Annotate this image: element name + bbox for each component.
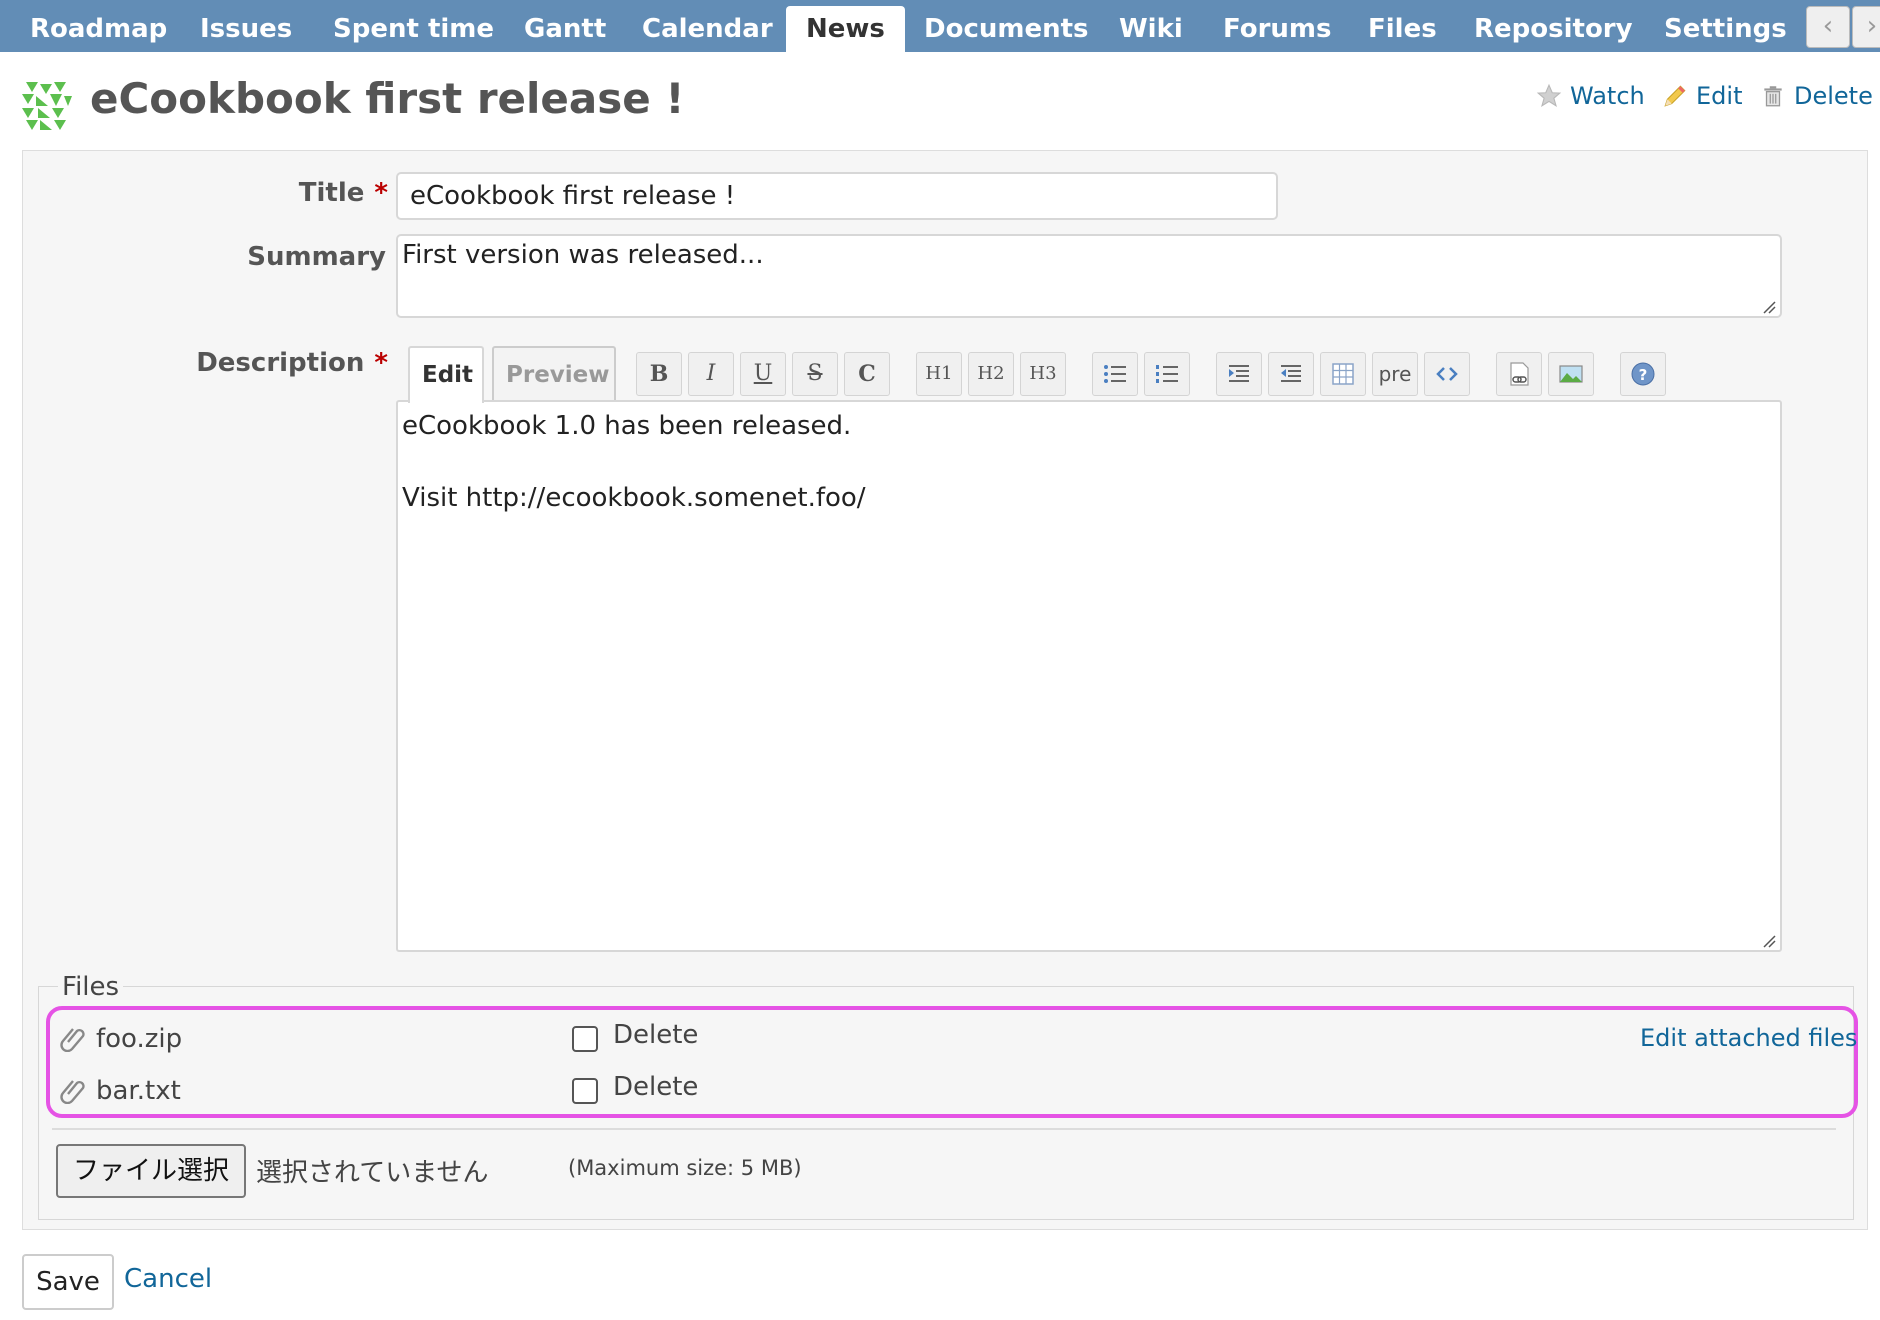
bold-button[interactable]: B [636, 352, 682, 396]
summary-label: Summary [247, 242, 386, 272]
tab-news[interactable]: News [786, 6, 905, 52]
inline-code-button[interactable]: C [844, 352, 890, 396]
tab-roadmap[interactable]: Roadmap [30, 0, 167, 52]
project-menu: Roadmap Issues Spent time Gantt Calendar… [0, 0, 1880, 52]
help-button[interactable]: ? [1620, 352, 1666, 396]
image-icon [1559, 365, 1583, 383]
delete-link[interactable]: Delete [1760, 82, 1873, 116]
edit-attached-files-link[interactable]: Edit attached files [1640, 1024, 1857, 1052]
attachment-name: bar.txt [96, 1076, 181, 1106]
italic-button[interactable]: I [688, 352, 734, 396]
tab-files[interactable]: Files [1368, 0, 1437, 52]
cancel-link[interactable]: Cancel [124, 1264, 212, 1294]
heading3-button[interactable]: H3 [1020, 352, 1066, 396]
paperclip-icon [60, 1028, 85, 1052]
strikethrough-button[interactable]: S [792, 352, 838, 396]
image-button[interactable] [1548, 352, 1594, 396]
max-size-note: (Maximum size: 5 MB) [568, 1156, 802, 1180]
underline-button[interactable]: U [740, 352, 786, 396]
description-label-text: Description [196, 348, 365, 378]
quote-button[interactable] [1216, 352, 1262, 396]
tab-gantt[interactable]: Gantt [524, 0, 606, 52]
delete-attachment-checkbox[interactable] [572, 1026, 598, 1052]
summary-textarea[interactable]: First version was released... [396, 234, 1782, 318]
paperclip-icon [60, 1080, 85, 1104]
tab-wiki[interactable]: Wiki [1119, 0, 1183, 52]
title-input[interactable] [396, 172, 1278, 220]
page-title: eCookbook first release ! [90, 74, 685, 123]
delete-attachment-checkbox[interactable] [572, 1078, 598, 1104]
preformatted-button[interactable]: pre [1372, 352, 1418, 396]
tab-documents[interactable]: Documents [924, 0, 1089, 52]
numbered-list-icon [1156, 365, 1178, 383]
table-icon [1332, 363, 1354, 385]
title-label: Title * [200, 178, 388, 208]
bullet-list-icon [1104, 365, 1126, 383]
page-link-icon [1510, 362, 1529, 386]
tab-issues[interactable]: Issues [200, 0, 292, 52]
help-icon: ? [1631, 362, 1655, 386]
code-brackets-icon [1436, 367, 1458, 381]
watch-label: Watch [1570, 82, 1645, 110]
description-label: Description * [180, 348, 388, 378]
tab-spent-time[interactable]: Spent time [333, 0, 494, 52]
project-identicon-icon [20, 80, 72, 132]
no-file-selected-text: 選択されていません [256, 1158, 489, 1188]
watch-link[interactable]: Watch [1536, 82, 1645, 116]
heading1-button[interactable]: H1 [916, 352, 962, 396]
outdent-icon [1281, 365, 1301, 382]
description-resize-handle[interactable] [1762, 934, 1776, 948]
tab-forums[interactable]: Forums [1223, 0, 1331, 52]
delete-attachment-label[interactable]: Delete [613, 1072, 698, 1102]
attachment-name: foo.zip [96, 1024, 183, 1054]
files-legend: Files [58, 972, 124, 1002]
wiki-link-button[interactable] [1496, 352, 1542, 396]
tab-repository[interactable]: Repository [1474, 0, 1633, 52]
tabs-scroll-left-button[interactable]: ‹ [1806, 6, 1850, 48]
choose-file-button[interactable]: ファイル選択 [56, 1144, 246, 1198]
save-button[interactable]: Save [22, 1254, 114, 1310]
summary-resize-handle[interactable] [1762, 300, 1776, 314]
trash-icon [1764, 86, 1782, 107]
indent-icon [1229, 365, 1249, 382]
attachments-highlight [46, 1006, 1858, 1118]
edit-label: Edit [1696, 82, 1743, 110]
tab-preview[interactable]: Preview [492, 346, 616, 401]
pencil-icon [1664, 85, 1686, 107]
tab-settings[interactable]: Settings [1664, 0, 1787, 52]
files-divider [52, 1128, 1836, 1130]
svg-text:?: ? [1639, 366, 1648, 384]
code-highlight-button[interactable] [1424, 352, 1470, 396]
unquote-button[interactable] [1268, 352, 1314, 396]
star-icon [1536, 83, 1562, 107]
table-button[interactable] [1320, 352, 1366, 396]
title-label-text: Title [298, 178, 365, 208]
delete-attachment-label[interactable]: Delete [613, 1020, 698, 1050]
description-textarea[interactable]: eCookbook 1.0 has been released. Visit h… [396, 400, 1782, 952]
heading2-button[interactable]: H2 [968, 352, 1014, 396]
tabs-scroll-right-button[interactable]: › [1852, 6, 1880, 48]
delete-label: Delete [1794, 82, 1873, 110]
ordered-list-button[interactable] [1144, 352, 1190, 396]
required-mark: * [374, 348, 388, 378]
tab-edit[interactable]: Edit [408, 346, 484, 403]
edit-link[interactable]: Edit [1662, 82, 1742, 116]
tab-calendar[interactable]: Calendar [642, 0, 773, 52]
unordered-list-button[interactable] [1092, 352, 1138, 396]
required-mark: * [374, 178, 388, 208]
